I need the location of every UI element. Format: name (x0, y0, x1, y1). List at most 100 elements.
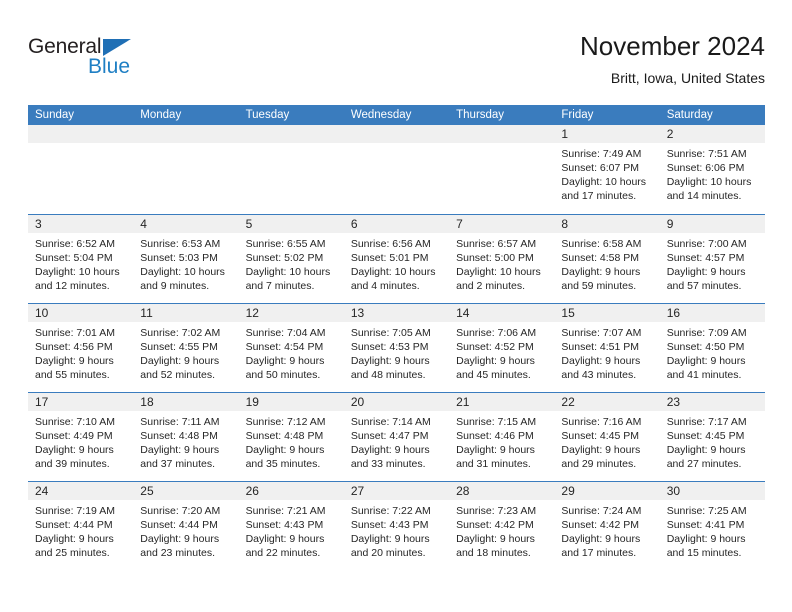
day-number (343, 125, 450, 143)
day-cell[interactable]: 11 Sunrise: 7:02 AM Sunset: 4:55 PM Dayl… (133, 302, 239, 392)
daylight-text-line2: and 18 minutes. (456, 546, 531, 559)
day-number: 24 (28, 481, 134, 500)
day-cell[interactable] (133, 125, 239, 214)
day-cell[interactable]: 26 Sunrise: 7:21 AM Sunset: 4:43 PM Dayl… (238, 480, 344, 570)
day-details: Sunrise: 6:57 AM Sunset: 5:00 PM Dayligh… (449, 233, 554, 293)
sunrise-text: Sunrise: 6:56 AM (350, 237, 431, 250)
sunrise-text: Sunrise: 7:01 AM (35, 326, 115, 339)
sunset-text: Sunset: 4:56 PM (35, 340, 113, 353)
day-cell[interactable]: 3 Sunrise: 6:52 AM Sunset: 5:04 PM Dayli… (28, 213, 134, 303)
day-number: 13 (343, 303, 450, 322)
sunrise-text: Sunrise: 7:07 AM (561, 326, 642, 339)
day-cell[interactable]: 20 Sunrise: 7:14 AM Sunset: 4:47 PM Dayl… (343, 391, 450, 481)
column-header-sunday: Sunday (28, 105, 134, 125)
day-details: Sunrise: 6:52 AM Sunset: 5:04 PM Dayligh… (28, 233, 133, 293)
calendar-page: General Blue November 2024 Britt, Iowa, … (0, 0, 792, 612)
day-cell[interactable]: 12 Sunrise: 7:04 AM Sunset: 4:54 PM Dayl… (238, 302, 344, 392)
daylight-text-line1: Daylight: 10 hours (245, 265, 331, 278)
day-number: 27 (343, 481, 450, 500)
daylight-text-line2: and 17 minutes. (561, 190, 637, 202)
sunrise-text: Sunrise: 6:53 AM (140, 237, 221, 250)
sunrise-text: Sunrise: 7:22 AM (350, 504, 431, 517)
daylight-text-line2: and 4 minutes. (350, 279, 420, 292)
day-cell[interactable]: 4 Sunrise: 6:53 AM Sunset: 5:03 PM Dayli… (133, 213, 239, 303)
day-cell[interactable]: 15 Sunrise: 7:07 AM Sunset: 4:51 PM Dayl… (554, 302, 660, 392)
sunrise-sunset-calendar-table: Sunday Monday Tuesday Wednesday Thursday… (28, 105, 765, 570)
daylight-text-line2: and 45 minutes. (456, 368, 531, 381)
daylight-text-line2: and 37 minutes. (140, 457, 215, 470)
daylight-text-line2: and 50 minutes. (245, 368, 321, 381)
day-details: Sunrise: 7:22 AM Sunset: 4:43 PM Dayligh… (344, 500, 449, 560)
day-cell[interactable]: 29 Sunrise: 7:24 AM Sunset: 4:42 PM Dayl… (554, 480, 660, 570)
day-number: 28 (449, 481, 555, 500)
day-number: 22 (554, 392, 660, 411)
day-number: 19 (238, 392, 344, 411)
column-header-thursday: Thursday (449, 105, 555, 125)
day-cell[interactable]: 5 Sunrise: 6:55 AM Sunset: 5:02 PM Dayli… (238, 213, 344, 303)
sunset-text: Sunset: 4:41 PM (666, 518, 745, 531)
day-number: 21 (449, 392, 555, 411)
week-row: 10 Sunrise: 7:01 AM Sunset: 4:56 PM Dayl… (28, 302, 765, 392)
day-cell[interactable]: 25 Sunrise: 7:20 AM Sunset: 4:44 PM Dayl… (133, 480, 239, 570)
day-cell[interactable] (28, 125, 134, 214)
sunset-text: Sunset: 6:06 PM (666, 162, 745, 174)
day-cell[interactable]: 27 Sunrise: 7:22 AM Sunset: 4:43 PM Dayl… (343, 480, 450, 570)
day-details: Sunrise: 7:14 AM Sunset: 4:47 PM Dayligh… (344, 411, 449, 471)
day-cell[interactable] (238, 125, 344, 214)
calendar-header-row: Sunday Monday Tuesday Wednesday Thursday… (28, 105, 765, 125)
daylight-text-line1: Daylight: 9 hours (140, 354, 220, 367)
general-blue-logo[interactable]: General Blue (28, 35, 158, 87)
day-cell[interactable]: 21 Sunrise: 7:15 AM Sunset: 4:46 PM Dayl… (449, 391, 555, 481)
day-cell[interactable]: 18 Sunrise: 7:11 AM Sunset: 4:48 PM Dayl… (133, 391, 239, 481)
day-cell[interactable]: 30 Sunrise: 7:25 AM Sunset: 4:41 PM Dayl… (659, 480, 765, 570)
day-details: Sunrise: 6:53 AM Sunset: 5:03 PM Dayligh… (133, 233, 238, 293)
day-cell[interactable]: 16 Sunrise: 7:09 AM Sunset: 4:50 PM Dayl… (659, 302, 765, 392)
day-details: Sunrise: 7:25 AM Sunset: 4:41 PM Dayligh… (660, 500, 765, 560)
day-number: 15 (554, 303, 660, 322)
day-cell[interactable]: 17 Sunrise: 7:10 AM Sunset: 4:49 PM Dayl… (28, 391, 134, 481)
daylight-text-line1: Daylight: 9 hours (140, 443, 220, 456)
day-cell[interactable]: 2 Sunrise: 7:51 AM Sunset: 6:06 PM Dayli… (659, 125, 765, 214)
sunrise-text: Sunrise: 7:20 AM (140, 504, 221, 517)
day-cell[interactable]: 24 Sunrise: 7:19 AM Sunset: 4:44 PM Dayl… (28, 480, 134, 570)
day-cell[interactable]: 23 Sunrise: 7:17 AM Sunset: 4:45 PM Dayl… (659, 391, 765, 481)
daylight-text-line1: Daylight: 9 hours (350, 443, 430, 456)
sunrise-text: Sunrise: 7:51 AM (666, 148, 747, 160)
day-details: Sunrise: 7:19 AM Sunset: 4:44 PM Dayligh… (28, 500, 133, 560)
day-cell[interactable] (449, 125, 555, 214)
sunrise-text: Sunrise: 7:06 AM (456, 326, 537, 339)
day-details: Sunrise: 7:51 AM Sunset: 6:06 PM Dayligh… (660, 143, 765, 203)
sunrise-text: Sunrise: 7:12 AM (245, 415, 326, 428)
day-cell[interactable] (343, 125, 450, 214)
day-cell[interactable]: 13 Sunrise: 7:05 AM Sunset: 4:53 PM Dayl… (343, 302, 450, 392)
day-details: Sunrise: 6:55 AM Sunset: 5:02 PM Dayligh… (239, 233, 344, 293)
day-number: 7 (449, 214, 555, 233)
day-details: Sunrise: 7:00 AM Sunset: 4:57 PM Dayligh… (660, 233, 765, 293)
day-details: Sunrise: 7:15 AM Sunset: 4:46 PM Dayligh… (449, 411, 554, 471)
daylight-text-line1: Daylight: 9 hours (245, 532, 325, 545)
day-details: Sunrise: 7:49 AM Sunset: 6:07 PM Dayligh… (554, 143, 659, 203)
day-cell[interactable]: 19 Sunrise: 7:12 AM Sunset: 4:48 PM Dayl… (238, 391, 344, 481)
day-cell[interactable]: 6 Sunrise: 6:56 AM Sunset: 5:01 PM Dayli… (343, 213, 450, 303)
day-cell[interactable]: 7 Sunrise: 6:57 AM Sunset: 5:00 PM Dayli… (449, 213, 555, 303)
sunrise-text: Sunrise: 7:16 AM (561, 415, 642, 428)
day-details (344, 143, 449, 147)
sunset-text: Sunset: 4:52 PM (456, 340, 534, 353)
day-cell[interactable]: 1 Sunrise: 7:49 AM Sunset: 6:07 PM Dayli… (554, 125, 660, 214)
sunrise-text: Sunrise: 7:10 AM (35, 415, 115, 428)
sunset-text: Sunset: 4:44 PM (140, 518, 218, 531)
day-number: 25 (133, 481, 239, 500)
day-cell[interactable]: 10 Sunrise: 7:01 AM Sunset: 4:56 PM Dayl… (28, 302, 134, 392)
day-cell[interactable]: 14 Sunrise: 7:06 AM Sunset: 4:52 PM Dayl… (449, 302, 555, 392)
daylight-text-line1: Daylight: 9 hours (456, 354, 535, 367)
day-details (133, 143, 238, 147)
sunset-text: Sunset: 6:07 PM (561, 162, 640, 174)
day-cell[interactable]: 28 Sunrise: 7:23 AM Sunset: 4:42 PM Dayl… (449, 480, 555, 570)
sunrise-text: Sunrise: 7:17 AM (666, 415, 747, 428)
day-cell[interactable]: 22 Sunrise: 7:16 AM Sunset: 4:45 PM Dayl… (554, 391, 660, 481)
day-cell[interactable]: 8 Sunrise: 6:58 AM Sunset: 4:58 PM Dayli… (554, 213, 660, 303)
daylight-text-line1: Daylight: 9 hours (35, 532, 114, 545)
daylight-text-line1: Daylight: 9 hours (350, 532, 430, 545)
daylight-text-line2: and 25 minutes. (35, 546, 110, 559)
day-cell[interactable]: 9 Sunrise: 7:00 AM Sunset: 4:57 PM Dayli… (659, 213, 765, 303)
